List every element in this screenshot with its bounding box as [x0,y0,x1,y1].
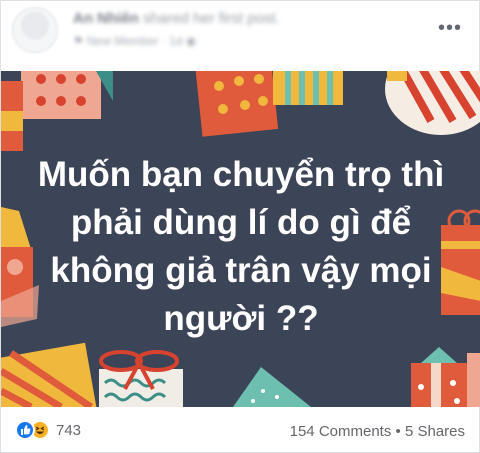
shares-link[interactable]: 5 Shares [405,423,465,440]
post-image-text: Muốn bạn chuyển trọ thì phải dùng lí do … [21,151,461,343]
post-image[interactable]: Muốn bạn chuyển trọ thì phải dùng lí do … [1,71,480,407]
meta-separator: · [161,34,166,48]
comments-link[interactable]: 154 Comments [290,423,392,440]
post-action-text: shared her first post. [143,10,280,27]
post-stats: 154 Comments • 5 Shares [290,423,465,440]
post-meta: ⚑ New Member · 1d ◉ [73,34,196,48]
like-icon [15,420,35,440]
stats-separator: • [395,423,401,440]
more-options-icon[interactable]: ••• [438,17,462,40]
image-text-line: phải dùng lí do gì để [70,203,412,242]
image-text-line: không giả trân vậy mọi [50,251,432,290]
post-header-line: An Nhiên shared her first post. [73,10,280,27]
image-text-line: Muốn bạn chuyển trọ thì [37,155,445,194]
member-badge-icon: ⚑ [73,34,84,48]
reaction-count: 743 [56,421,82,439]
reaction-summary[interactable]: 743 [15,420,81,440]
member-badge: New Member [87,34,159,48]
author-avatar[interactable] [12,7,58,53]
author-name[interactable]: An Nhiên [73,10,139,27]
audience-icon: ◉ [185,34,197,48]
post-time[interactable]: 1d [169,34,182,48]
post-card: An Nhiên shared her first post. ⚑ New Me… [0,0,480,453]
image-text-line: người ?? [163,299,319,338]
